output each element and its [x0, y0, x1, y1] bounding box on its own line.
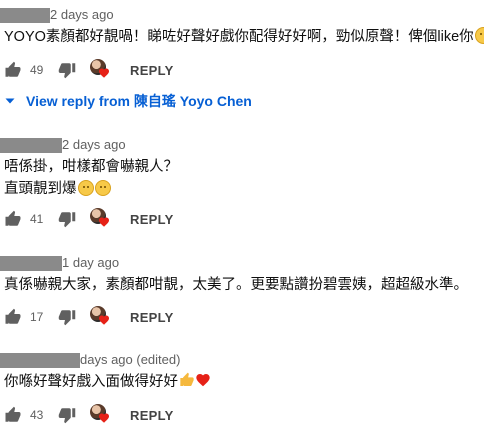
creator-heart: [90, 59, 112, 81]
comment-header: 2 days ago: [0, 136, 126, 154]
comment-text: 真係嚇親大家，素顏都咁靚，太美了。更要點讚扮碧雲姨，超超級水準。: [4, 274, 468, 296]
comment-text-line: 直頭靚到爆: [4, 178, 178, 200]
comment-text: 唔係掛，咁樣都會嚇親人？ 直頭靚到爆: [4, 156, 178, 200]
dislike-button[interactable]: [58, 210, 76, 228]
dislike-button[interactable]: [58, 61, 76, 79]
comment-text-line: 真係嚇親大家，素顏都咁靚，太美了。更要點讚扮碧雲姨，超超級水準。: [4, 277, 468, 293]
heart-icon: [99, 413, 109, 423]
comment-actions: 17 REPLY: [0, 305, 174, 329]
comment-timestamp[interactable]: 2 days ago: [62, 136, 126, 154]
thumb-down-icon: [58, 63, 76, 79]
comment-actions: 49 REPLY: [0, 58, 174, 82]
thumb-up-icon: [5, 406, 21, 422]
redacted-author-name: [0, 255, 62, 271]
comment-timestamp[interactable]: 2 days ago: [50, 6, 114, 24]
like-count: 43: [30, 408, 44, 422]
like-button[interactable]: [4, 61, 22, 79]
sad-emoji: [94, 180, 111, 196]
thumb-up-icon: [5, 61, 21, 77]
creator-heart: [90, 306, 112, 328]
thumb-down-icon: [58, 310, 76, 326]
view-replies-label: View reply from 陳自瑤 Yoyo Chen: [26, 93, 252, 109]
like-button[interactable]: [4, 210, 22, 228]
comment-text: 你喺好聲好戲入面做得好好: [4, 371, 211, 393]
comment-text: YOYO素顏都好靚喎！睇咗好聲好戲你配得好好啊，勁似原聲！俾個like你: [4, 26, 484, 48]
redacted-author-name: [0, 352, 80, 368]
chevron-down-icon: [5, 98, 15, 104]
heart-icon: [99, 315, 109, 325]
like-count: 49: [30, 63, 44, 77]
like-count: 17: [30, 310, 44, 324]
reply-button[interactable]: REPLY: [130, 212, 174, 227]
comment-header: 1 day ago: [0, 254, 119, 272]
thumb-up-icon: [5, 210, 21, 226]
creator-heart: [90, 404, 112, 426]
comment-actions: 43 REPLY: [0, 403, 174, 427]
comment-timestamp[interactable]: days ago (edited): [80, 351, 180, 369]
dislike-button[interactable]: [58, 406, 76, 424]
heart-icon: [99, 217, 109, 227]
sad-emoji: [77, 180, 94, 196]
creator-heart: [90, 208, 112, 230]
comment-header: days ago (edited): [0, 351, 180, 369]
comment-text-line-2: 直頭靚到爆: [4, 181, 77, 197]
thumb-up-icon: [5, 308, 21, 324]
comment-header: 2 days ago: [0, 6, 114, 24]
like-button[interactable]: [4, 308, 22, 326]
dislike-button[interactable]: [58, 308, 76, 326]
comment-timestamp[interactable]: 1 day ago: [62, 254, 119, 272]
like-count: 41: [30, 212, 44, 226]
reply-button[interactable]: REPLY: [130, 63, 174, 78]
like-button[interactable]: [4, 406, 22, 424]
thumb-down-icon: [58, 212, 76, 228]
comment-text-line: YOYO素顏都好靚喎！睇咗好聲好戲你配得好好啊，勁似原聲！俾個like你: [4, 29, 474, 45]
comment-text-line: 你喺好聲好戲入面做得好好: [4, 374, 178, 390]
thumb-down-icon: [58, 408, 76, 424]
reply-button[interactable]: REPLY: [130, 408, 174, 423]
smile-emoji: [474, 27, 484, 44]
view-replies-button[interactable]: View reply from 陳自瑤 Yoyo Chen: [4, 91, 252, 111]
comment-actions: 41 REPLY: [0, 207, 174, 231]
reply-button[interactable]: REPLY: [130, 310, 174, 325]
redacted-author-name: [0, 7, 50, 23]
comment-text-line: 唔係掛，咁樣都會嚇親人？: [4, 159, 178, 175]
thumbs-up-emoji: [180, 372, 194, 386]
heart-icon: [99, 68, 109, 78]
redacted-author-name: [0, 137, 62, 153]
red-heart-emoji: [196, 374, 210, 387]
